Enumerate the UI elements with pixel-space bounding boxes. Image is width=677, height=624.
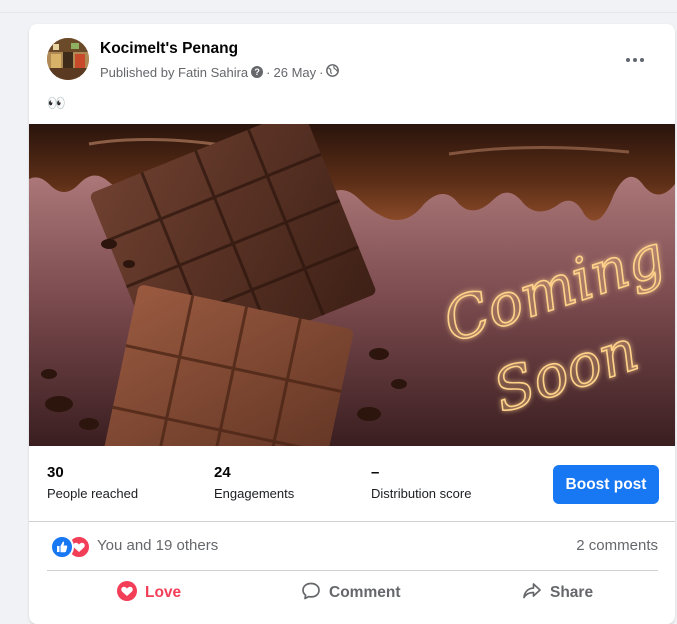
- people-reached-stat[interactable]: 30 People reached: [47, 464, 138, 501]
- love-button[interactable]: Love: [117, 576, 181, 610]
- more-icon[interactable]: [621, 46, 649, 74]
- share-icon: [522, 581, 542, 606]
- comment-label: Comment: [329, 584, 401, 601]
- post-image[interactable]: Coming Soon: [29, 124, 675, 446]
- reaction-icons[interactable]: [50, 535, 91, 559]
- engagements-stat[interactable]: 24 Engagements: [214, 464, 294, 501]
- post-actions: Love Comment Share: [47, 576, 658, 610]
- separator: ·: [266, 64, 271, 80]
- boost-post-button[interactable]: Boost post: [553, 465, 659, 504]
- actions-divider: [47, 570, 658, 571]
- love-icon: [117, 580, 137, 606]
- people-reached-value: 30: [47, 464, 64, 481]
- reactions-bar: You and 19 others 2 comments: [47, 535, 658, 559]
- distribution-label: Distribution score: [371, 486, 472, 501]
- post-byline: Published by Fatin Sahira ? · 26 May ·: [100, 64, 340, 80]
- engagements-value: 24: [214, 464, 231, 481]
- love-label: Love: [145, 584, 182, 601]
- distribution-stat[interactable]: – Distribution score: [371, 464, 471, 501]
- feed-top-divider: [0, 12, 677, 13]
- post-header: Kocimelt's Penang Published by Fatin Sah…: [47, 38, 657, 84]
- post-insights: 30 People reached 24 Engagements – Distr…: [29, 448, 675, 520]
- comment-icon: [301, 581, 321, 606]
- post-text: 👀: [47, 95, 66, 112]
- distribution-value: –: [371, 464, 380, 481]
- page-avatar[interactable]: [47, 38, 89, 80]
- comment-button[interactable]: Comment: [301, 576, 400, 610]
- question-icon[interactable]: ?: [251, 66, 264, 78]
- share-button[interactable]: Share: [522, 576, 593, 610]
- people-reached-label: People reached: [47, 486, 139, 501]
- post-card: Kocimelt's Penang Published by Fatin Sah…: [29, 24, 675, 624]
- like-reaction-icon: [50, 535, 74, 559]
- globe-icon: [326, 64, 340, 80]
- published-by: Published by Fatin Sahira: [100, 64, 249, 80]
- comments-count[interactable]: 2 comments: [576, 537, 658, 554]
- stats-divider: [29, 521, 675, 522]
- reactions-summary[interactable]: You and 19 others: [97, 537, 218, 554]
- post-date[interactable]: 26 May: [274, 65, 317, 80]
- engagements-label: Engagements: [214, 486, 295, 501]
- share-label: Share: [550, 584, 594, 601]
- separator: ·: [319, 64, 324, 80]
- page-name[interactable]: Kocimelt's Penang: [100, 40, 238, 58]
